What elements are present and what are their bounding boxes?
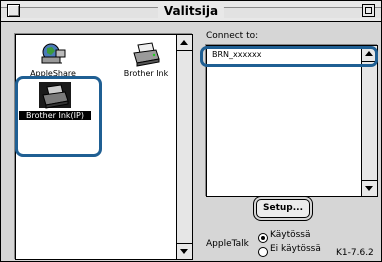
list-selection-outline xyxy=(200,46,378,67)
scroll-down-arrow[interactable] xyxy=(177,243,192,259)
appletalk-off-label: Ei käytössä xyxy=(270,244,321,254)
appleshare-icon xyxy=(41,43,66,64)
scroll-up-arrow[interactable] xyxy=(177,35,192,51)
close-box-button[interactable] xyxy=(7,4,20,17)
scroll-down-arrow[interactable] xyxy=(362,180,377,196)
zoom-box-button[interactable] xyxy=(362,4,375,17)
appletalk-off-radio[interactable] xyxy=(258,247,268,257)
version-label: K1-7.6.2 xyxy=(336,248,374,258)
printer-icon xyxy=(133,42,160,67)
appletalk-label: AppleTalk xyxy=(206,239,249,249)
selection-highlight-outline xyxy=(15,76,102,157)
chooser-window: Valitsija AppleShare Brother Ink Brother… xyxy=(0,0,382,262)
setup-button[interactable]: Setup... xyxy=(256,199,310,218)
device-label: Brother Ink xyxy=(123,69,169,78)
left-scrollbar[interactable] xyxy=(176,35,192,259)
connect-to-label: Connect to: xyxy=(206,31,259,41)
title-bar[interactable]: Valitsija xyxy=(1,1,381,22)
appletalk-on-radio[interactable] xyxy=(258,233,268,243)
appletalk-on-label: Käytössä xyxy=(270,230,311,240)
printer-list[interactable]: BRN_xxxxxx xyxy=(206,45,378,197)
right-scrollbar[interactable] xyxy=(361,46,377,196)
device-brother-ink[interactable]: Brother Ink xyxy=(116,41,176,78)
device-appleshare[interactable]: AppleShare xyxy=(24,41,82,78)
window-title: Valitsija xyxy=(157,2,225,20)
